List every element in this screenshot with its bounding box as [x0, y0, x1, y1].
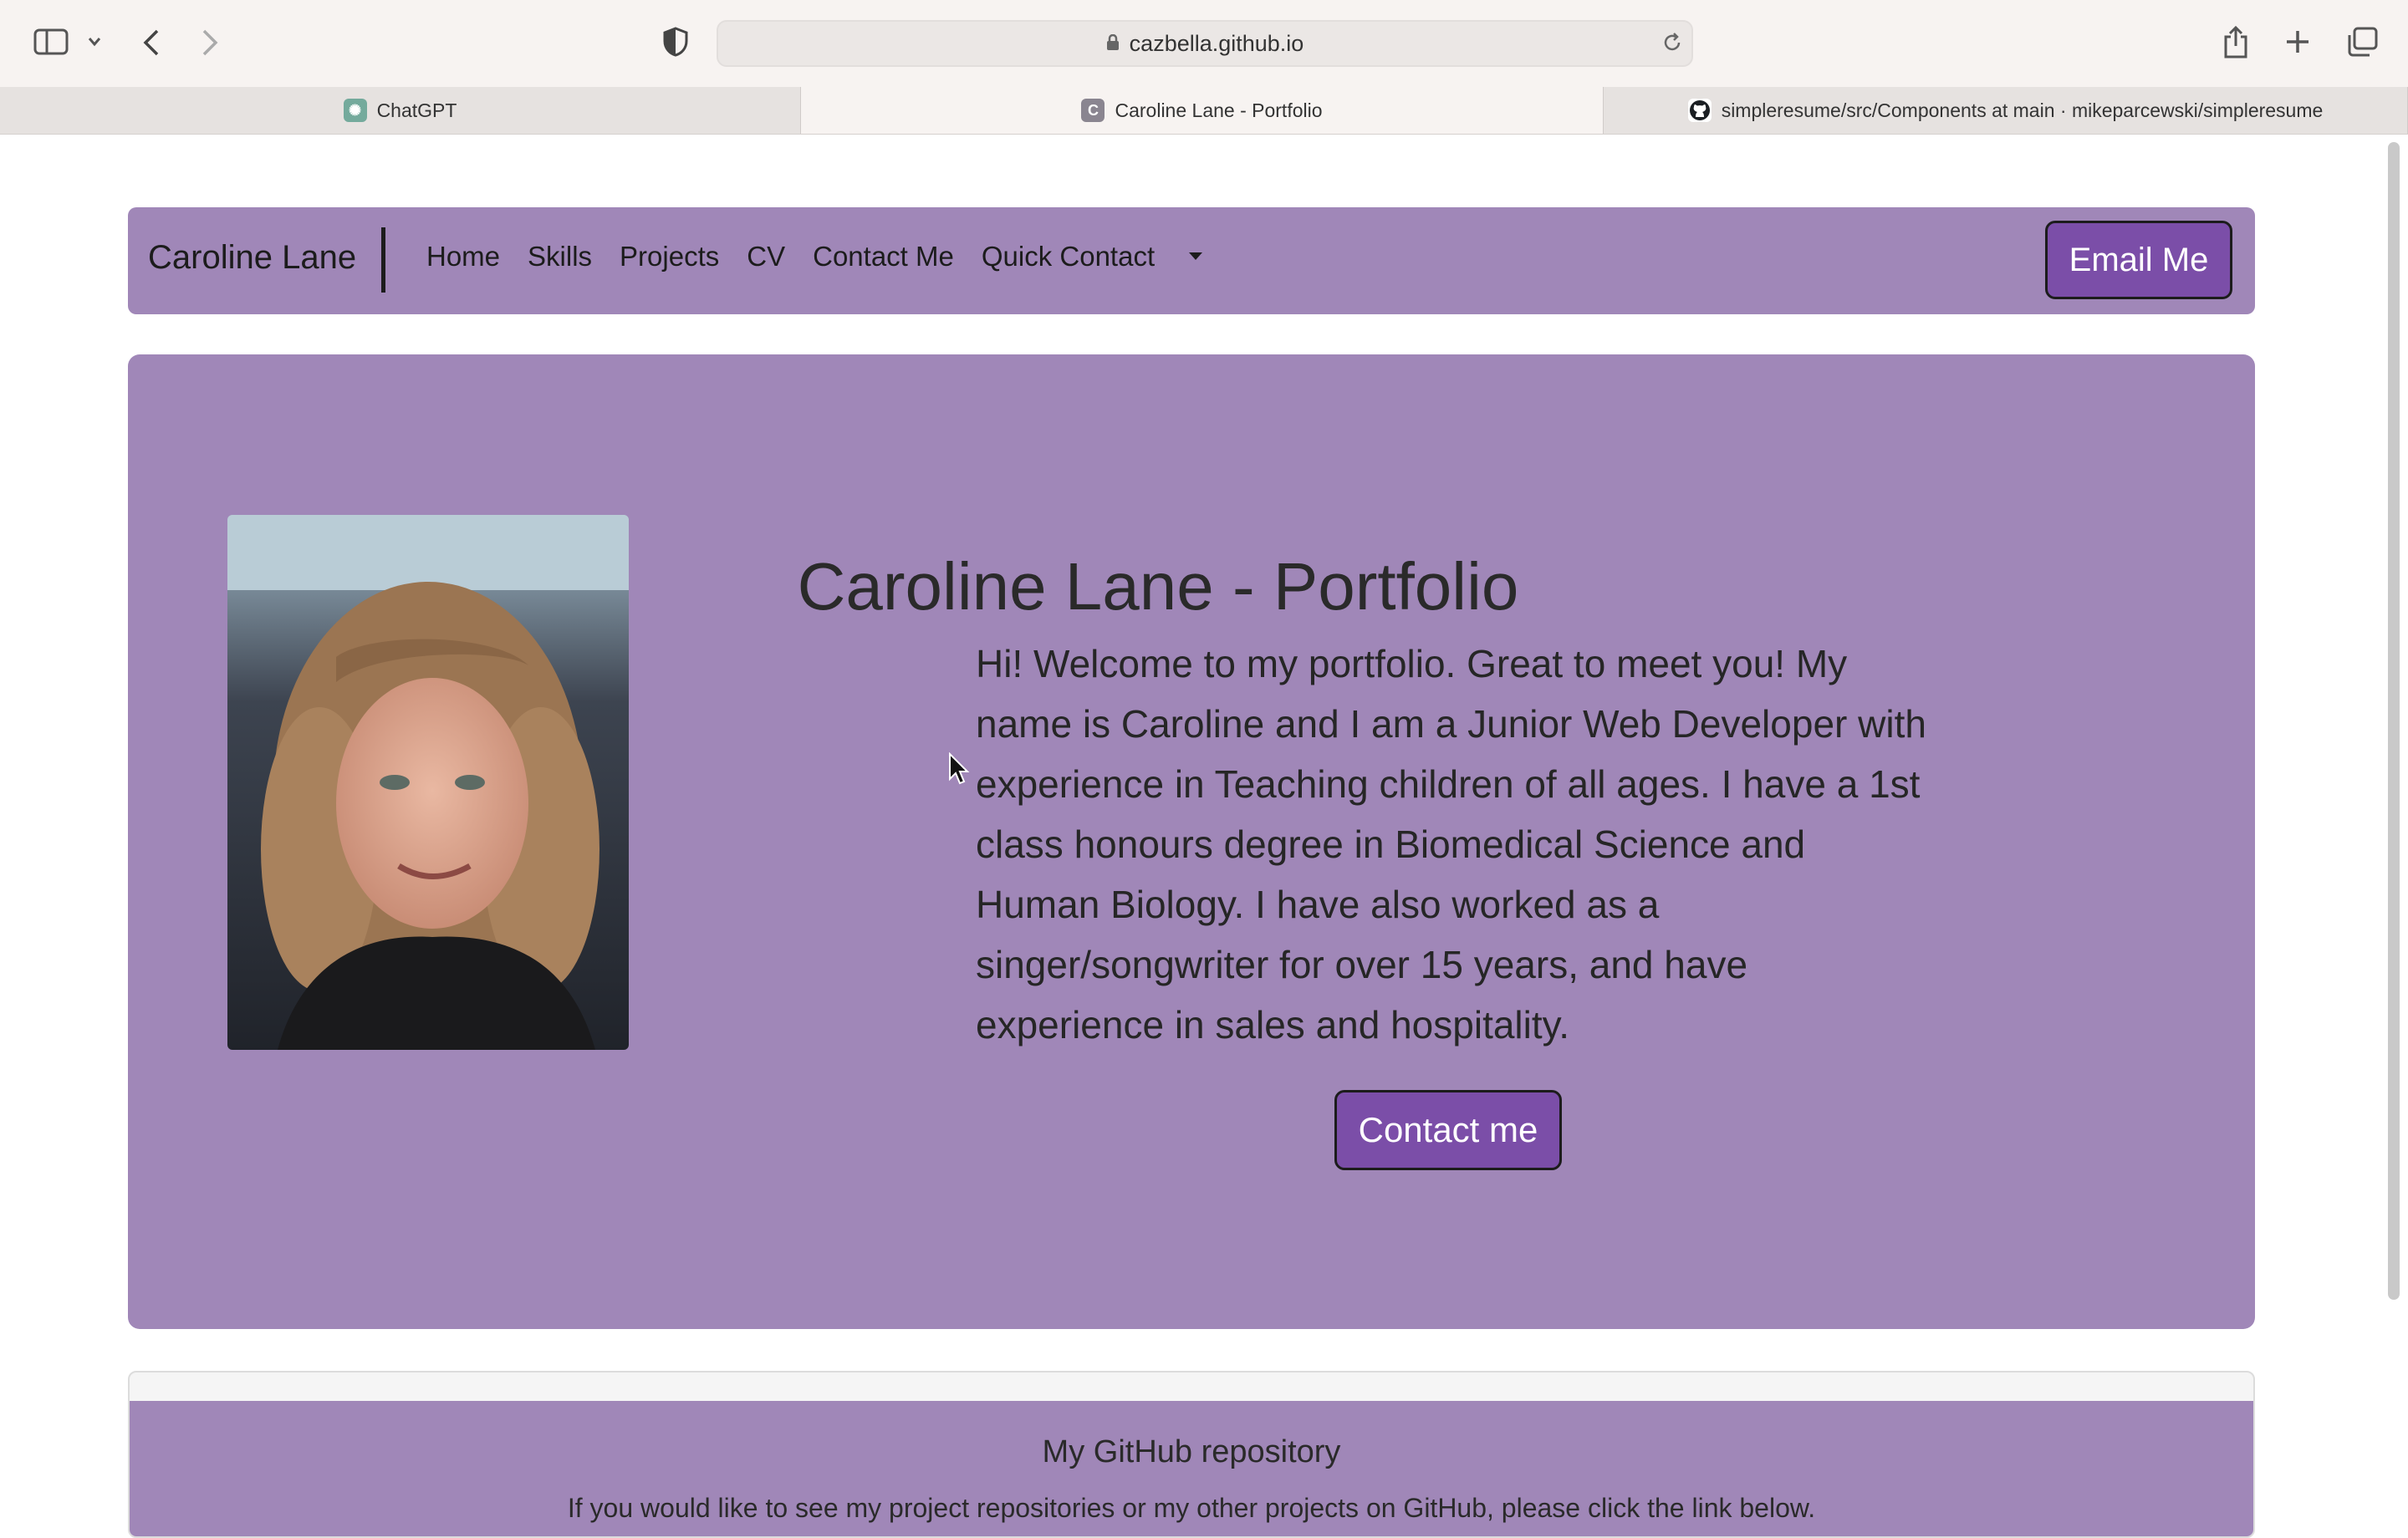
github-card-title: My GitHub repository [1042, 1434, 1341, 1469]
navbar-brand[interactable]: Caroline Lane [148, 239, 356, 277]
github-card-text: If you would like to see my project repo… [567, 1493, 1816, 1523]
chatgpt-favicon-icon: ✺ [343, 99, 367, 122]
reload-icon[interactable] [1661, 32, 1683, 53]
url-text: cazbella.github.io [1129, 30, 1304, 56]
tab-label: simpleresume/src/Components at main · mi… [1721, 99, 2324, 121]
tab-chatgpt[interactable]: ✺ ChatGPT [0, 87, 801, 134]
tab-label: Caroline Lane - Portfolio [1115, 99, 1323, 121]
dropdown-label: Quick Contact [981, 241, 1156, 272]
github-card: My GitHub repository If you would like t… [128, 1371, 2255, 1538]
nav-quick-contact-dropdown[interactable]: Quick Contact [982, 241, 1230, 272]
nav-skills[interactable]: Skills [528, 241, 592, 272]
tab-portfolio[interactable]: C Caroline Lane - Portfolio [801, 87, 1604, 134]
back-icon[interactable] [142, 28, 161, 57]
caret-down-icon [1189, 252, 1203, 260]
chevron-down-icon[interactable] [88, 37, 101, 47]
lock-icon [1106, 34, 1119, 50]
sidebar-toggle-icon[interactable] [33, 28, 69, 55]
contact-me-button[interactable]: Contact me [1334, 1090, 1562, 1170]
hero-title: Caroline Lane - Portfolio [797, 549, 1519, 624]
address-bar[interactable]: cazbella.github.io [717, 20, 1693, 67]
browser-toolbar: cazbella.github.io [0, 0, 2408, 88]
mouse-cursor-icon [949, 752, 970, 785]
share-icon[interactable] [2222, 25, 2249, 59]
privacy-shield-icon[interactable] [663, 27, 688, 57]
nav-projects[interactable]: Projects [620, 241, 719, 272]
c-favicon-icon: C [1081, 99, 1105, 122]
tab-overview-icon[interactable] [2346, 27, 2378, 57]
new-tab-icon[interactable] [2284, 28, 2311, 55]
tab-label: ChatGPT [376, 99, 457, 121]
hero-section: Caroline Lane - Portfolio Hi! Welcome to… [128, 354, 2255, 1329]
tab-github[interactable]: simpleresume/src/Components at main · mi… [1604, 87, 2408, 134]
profile-photo [227, 515, 629, 1050]
forward-icon[interactable] [201, 28, 219, 57]
github-card-body: My GitHub repository If you would like t… [130, 1401, 2253, 1536]
nav-contact-me[interactable]: Contact Me [813, 241, 954, 272]
site-navbar: Caroline Lane Home Skills Projects CV Co… [128, 207, 2255, 314]
hero-intro-text: Hi! Welcome to my portfolio. Great to me… [976, 642, 1926, 1047]
tab-bar: ✺ ChatGPT C Caroline Lane - Portfolio si… [0, 87, 2408, 135]
email-me-button[interactable]: Email Me [2045, 221, 2232, 299]
nav-home[interactable]: Home [426, 241, 500, 272]
nav-cv[interactable]: CV [747, 241, 785, 272]
github-favicon-icon [1687, 99, 1712, 122]
nav-links: Home Skills Projects CV Contact Me Quick… [426, 241, 1258, 272]
brand-divider [381, 227, 385, 293]
scrollbar[interactable] [2388, 142, 2400, 1300]
